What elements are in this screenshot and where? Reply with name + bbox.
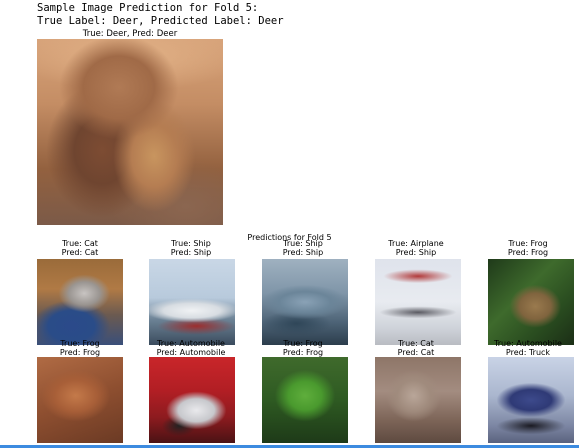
tile-true-label: True: Frog — [60, 339, 100, 348]
tile-true-label: True: Cat — [398, 339, 434, 348]
tile-pred-label: Pred: Frog — [282, 348, 324, 357]
tile-4-image — [375, 259, 461, 345]
tile-true-label: True: Automobile — [494, 339, 562, 348]
tile-1-label: True: Cat Pred: Cat — [20, 239, 140, 257]
tile-pred-label: Pred: Frog — [507, 248, 549, 257]
tile-8-label: True: Frog Pred: Frog — [243, 339, 363, 357]
tile-2-image — [149, 259, 235, 345]
tile-true-label: True: Frog — [283, 339, 323, 348]
tile-pred-label: Pred: Ship — [170, 248, 212, 257]
tile-10-image — [488, 357, 574, 443]
tile-true-label: True: Automobile — [157, 339, 225, 348]
tile-3-label: True: Ship Pred: Ship — [243, 239, 363, 257]
tile-9-label: True: Cat Pred: Cat — [356, 339, 476, 357]
tile-9-image — [375, 357, 461, 443]
tile-5-image — [488, 259, 574, 345]
tile-6-image — [37, 357, 123, 443]
main-image-deer — [37, 39, 223, 225]
tile-pred-label: Pred: Frog — [59, 348, 101, 357]
tile-3-image — [262, 259, 348, 345]
tile-8-image — [262, 357, 348, 443]
tile-5-label: True: Frog Pred: Frog — [468, 239, 579, 257]
tile-pred-label: Pred: Truck — [505, 348, 551, 357]
tile-2-label: True: Ship Pred: Ship — [131, 239, 251, 257]
tile-true-label: True: Frog — [508, 239, 548, 248]
tile-pred-label: Pred: Automobile — [156, 348, 226, 357]
tile-pred-label: Pred: Ship — [282, 248, 324, 257]
cell-output-text: Sample Image Prediction for Fold 5: True… — [37, 2, 284, 27]
main-image-title: True: Deer, Pred: Deer — [82, 29, 178, 39]
tile-7-label: True: Automobile Pred: Automobile — [131, 339, 251, 357]
tile-true-label: True: Ship — [283, 239, 323, 248]
tile-true-label: True: Ship — [171, 239, 211, 248]
tile-10-label: True: Automobile Pred: Truck — [468, 339, 579, 357]
tile-pred-label: Pred: Cat — [61, 248, 99, 257]
tile-6-label: True: Frog Pred: Frog — [20, 339, 140, 357]
tile-true-label: True: Cat — [62, 239, 98, 248]
output-line-2: True Label: Deer, Predicted Label: Deer — [37, 14, 284, 27]
tile-7-image — [149, 357, 235, 443]
tile-pred-label: Pred: Ship — [395, 248, 437, 257]
tile-4-label: True: Airplane Pred: Ship — [356, 239, 476, 257]
tile-pred-label: Pred: Cat — [397, 348, 435, 357]
tile-1-image — [37, 259, 123, 345]
output-line-1: Sample Image Prediction for Fold 5: — [37, 2, 259, 14]
tile-true-label: True: Airplane — [388, 239, 444, 248]
